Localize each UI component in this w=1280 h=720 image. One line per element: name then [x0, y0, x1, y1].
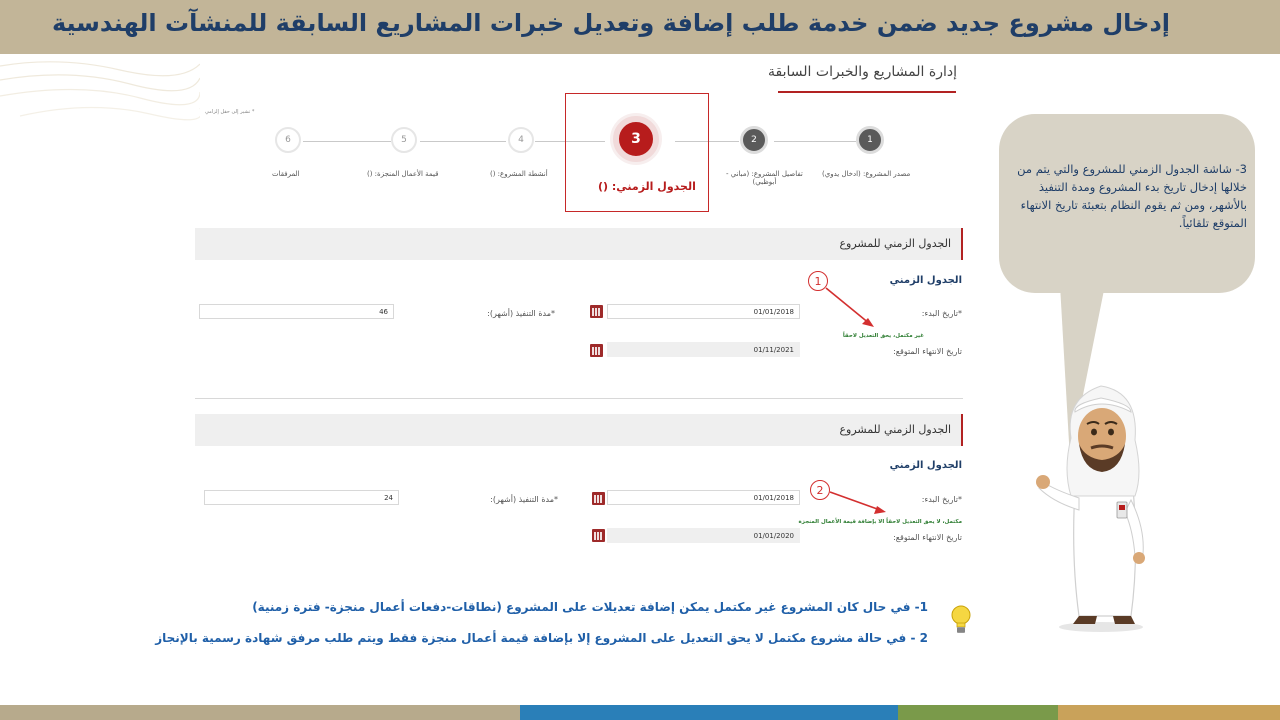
section-underline — [778, 91, 956, 93]
note-line-1: 1- في حال كان المشروع غير مكتمل يمكن إضا… — [252, 600, 928, 614]
arrow-2-shaft — [829, 491, 881, 511]
panel1-end-date-input: 01/11/2021 — [607, 342, 800, 357]
step-6[interactable]: 6 — [275, 127, 301, 153]
panel2-subtitle: الجدول الزمني — [889, 460, 962, 471]
panel1-start-label: *تاريخ البدء: — [921, 309, 962, 318]
lightbulb-icon — [951, 605, 971, 633]
decorative-pattern — [0, 61, 200, 121]
footer-bar-segment — [520, 705, 898, 720]
step-4[interactable]: 4 — [508, 127, 534, 153]
panel1-heading-text: الجدول الزمني للمشروع — [839, 237, 951, 250]
required-hint: * تشير إلى حقل إلزامي — [205, 109, 255, 115]
panel1-status-note: غير مكتمل، يحق التعديل لاحقاً — [842, 333, 924, 339]
panel1-heading: الجدول الزمني للمشروع — [195, 228, 963, 260]
step-1[interactable]: 1 — [856, 126, 884, 154]
step-4-label: أنشطة المشروع: () — [490, 170, 548, 178]
panel2-duration-label: *مدة التنفيذ (أشهر): — [490, 495, 558, 504]
step-5-label: قيمة الأعمال المنجزة: () — [367, 170, 439, 178]
panel1-duration-input[interactable]: 46 — [199, 304, 394, 319]
callout-badge-2: 2 — [810, 480, 830, 500]
title-bar: إدخال مشروع جديد ضمن خدمة طلب إضافة وتعد… — [0, 0, 1280, 54]
panel1-start-date-input[interactable]: 01/01/2018 — [607, 304, 800, 319]
panel2-duration-input[interactable]: 24 — [204, 490, 399, 505]
bubble-text: 3- شاشة الجدول الزمني للمشروع والتي يتم … — [1017, 162, 1247, 230]
note-line-2: 2 - في حالة مشروع مكتمل لا يحق التعديل ع… — [155, 631, 928, 645]
stepper-connector — [420, 141, 506, 142]
callout-badge-1: 1 — [808, 271, 828, 291]
calendar-icon[interactable] — [592, 529, 605, 542]
step-5[interactable]: 5 — [391, 127, 417, 153]
stepper-connector — [774, 141, 856, 142]
arrow-1-shaft — [825, 287, 871, 325]
page-title: إدخال مشروع جديد ضمن خدمة طلب إضافة وتعد… — [51, 9, 1170, 37]
arrow-1-head — [862, 318, 874, 327]
panel2-heading: الجدول الزمني للمشروع — [195, 414, 963, 446]
section-title: إدارة المشاريع والخبرات السابقة — [768, 64, 957, 80]
step-number: 1 — [867, 135, 873, 145]
panel2-end-date-input: 01/01/2020 — [607, 528, 800, 543]
step-2-label-line1: تفاصيل المشروع: (مباني - — [726, 170, 803, 178]
guide-character-illustration — [1036, 385, 1145, 632]
panel2-start-label: *تاريخ البدء: — [921, 495, 962, 504]
step-number: 2 — [751, 135, 757, 145]
step-2-label-line2: أبوظبي) — [752, 178, 777, 186]
panel1-duration-label: *مدة التنفيذ (أشهر): — [487, 309, 555, 318]
panel1-end-label: تاريخ الانتهاء المتوقع: — [893, 347, 962, 356]
divider — [195, 398, 963, 399]
footer-bar-segment — [1058, 705, 1280, 720]
step-number: 5 — [401, 135, 407, 145]
stepper-connector — [303, 141, 391, 142]
step-number: 6 — [285, 135, 291, 145]
panel2-start-date-input[interactable]: 01/01/2018 — [607, 490, 800, 505]
panel2-status-note: مكتمل، لا يحق التعديل لاحقاً الا بإضافة … — [798, 519, 962, 525]
step-2[interactable]: 2 — [740, 126, 768, 154]
step-1-label: مصدر المشروع: (ادخال يدوي) — [822, 170, 911, 178]
panel1-subtitle: الجدول الزمني — [889, 275, 962, 286]
arrow-2-head — [874, 506, 886, 514]
step-number: 4 — [518, 135, 524, 145]
step-6-label: المرفقات — [272, 170, 300, 178]
calendar-icon[interactable] — [592, 492, 605, 505]
footer-bar-segment — [0, 705, 520, 720]
panel2-end-label: تاريخ الانتهاء المتوقع: — [893, 533, 962, 542]
footer-bar-segment — [898, 705, 1058, 720]
calendar-icon[interactable] — [590, 344, 603, 357]
calendar-icon[interactable] — [590, 305, 603, 318]
active-step-highlight — [565, 93, 709, 212]
step-2-label: تفاصيل المشروع: (مباني - أبوظبي) — [726, 170, 803, 186]
panel2-heading-text: الجدول الزمني للمشروع — [839, 423, 951, 436]
